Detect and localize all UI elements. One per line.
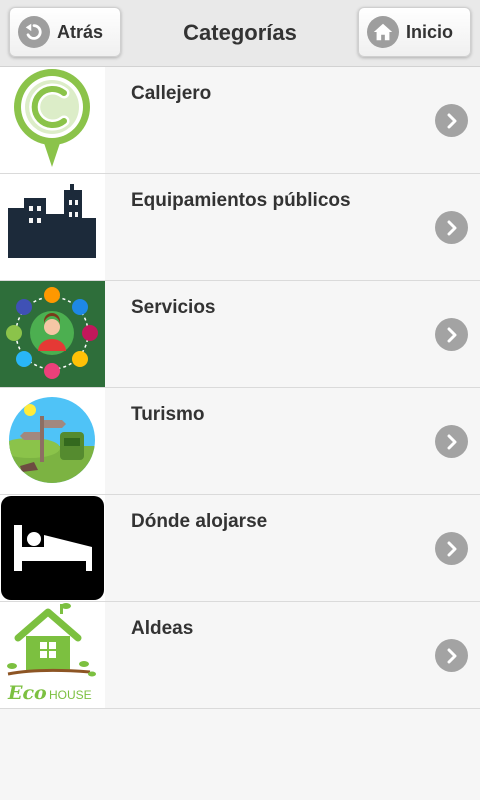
house-brand-text: HOUSE: [49, 688, 92, 702]
chevron-right-icon[interactable]: [435, 425, 468, 458]
category-label: Dónde alojarse: [131, 511, 268, 532]
category-list: Callejero Equipamientos públicos Servici…: [0, 67, 480, 709]
home-button[interactable]: Inicio: [358, 7, 471, 57]
category-item-aldeas[interactable]: Eco HOUSE Aldeas: [0, 602, 480, 709]
category-item-servicios[interactable]: Servicios: [0, 281, 480, 388]
category-item-alojarse[interactable]: Dónde alojarse: [0, 495, 480, 602]
customer-service-icon: [0, 281, 105, 387]
back-button[interactable]: Atrás: [9, 7, 121, 57]
back-button-label: Atrás: [57, 21, 104, 42]
category-item-callejero[interactable]: Callejero: [0, 67, 480, 174]
category-item-equipamientos[interactable]: Equipamientos públicos: [0, 174, 480, 281]
category-label: Servicios: [131, 297, 216, 318]
back-arrow-icon: [18, 16, 50, 48]
category-label: Equipamientos públicos: [131, 190, 351, 211]
map-pin-c-icon: [0, 67, 105, 173]
chevron-right-icon[interactable]: [435, 211, 468, 244]
chevron-right-icon[interactable]: [435, 104, 468, 137]
eco-brand-text: Eco: [8, 682, 47, 704]
category-label: Aldeas: [131, 618, 194, 639]
tourism-icon: [0, 388, 105, 494]
home-button-label: Inicio: [406, 21, 454, 42]
bed-icon: [0, 495, 105, 601]
chevron-right-icon[interactable]: [435, 318, 468, 351]
eco-house-icon: Eco HOUSE: [0, 602, 105, 708]
category-label: Callejero: [131, 83, 212, 104]
buildings-icon: [0, 174, 105, 280]
category-label: Turismo: [131, 404, 205, 425]
chevron-right-icon[interactable]: [435, 532, 468, 565]
chevron-right-icon[interactable]: [435, 639, 468, 672]
home-icon: [367, 16, 399, 48]
category-item-turismo[interactable]: Turismo: [0, 388, 480, 495]
app-header: Atrás Categorías Inicio: [0, 0, 480, 67]
